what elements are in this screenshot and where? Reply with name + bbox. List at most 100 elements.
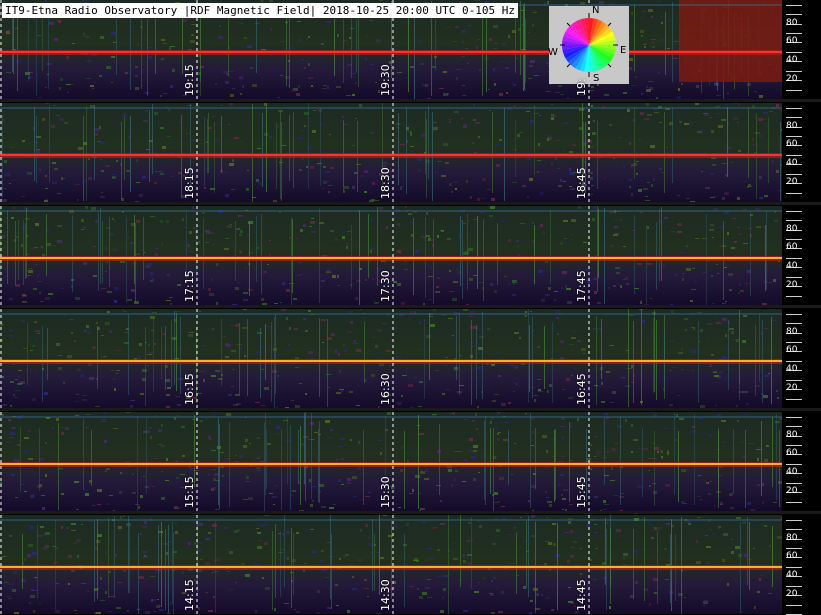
- time-label: 14:45: [575, 579, 588, 611]
- compass-west-label: W: [548, 47, 558, 58]
- scale-tick: [786, 5, 802, 6]
- time-label: 19:30: [379, 64, 392, 96]
- scale-tick: [786, 483, 802, 484]
- scale-tick: [786, 605, 802, 606]
- scale-label: 40: [786, 55, 798, 65]
- hum-line-50hz: [0, 463, 782, 465]
- time-label: 16:30: [379, 373, 392, 405]
- scale-tick: [786, 548, 802, 549]
- scale-label: 40: [786, 261, 798, 271]
- time-label: 18:30: [379, 167, 392, 199]
- hum-line-50hz: [0, 360, 782, 362]
- frequency-scale: 80 60 40 20: [782, 309, 821, 409]
- scale-tick: [786, 342, 802, 343]
- hum-line-50hz: [0, 51, 782, 53]
- hum-line-50hz: [0, 154, 782, 156]
- frequency-scale: 80 60 40 20: [782, 515, 821, 615]
- scale-tick: [786, 296, 802, 297]
- time-label: 15:30: [379, 476, 392, 508]
- frequency-scale: 80 60 40 20: [782, 206, 821, 306]
- frequency-scale: 80 60 40 20: [782, 412, 821, 512]
- scale-label: 80: [786, 430, 798, 440]
- time-label: 17:30: [379, 270, 392, 302]
- scale-label: 80: [786, 18, 798, 28]
- scale-tick: [786, 380, 802, 381]
- scale-tick: [786, 277, 802, 278]
- scale-tick: [786, 258, 802, 259]
- time-label: 19:: [575, 78, 588, 96]
- strip-separator: [0, 408, 821, 411]
- scale-label: 40: [786, 158, 798, 168]
- compass-rose: N S E W: [548, 5, 629, 84]
- scale-label: 40: [786, 467, 798, 477]
- scale-tick: [786, 464, 802, 465]
- scale-tick: [786, 117, 802, 118]
- scale-tick: [786, 220, 802, 221]
- scale-tick: [786, 323, 802, 324]
- scale-tick: [786, 33, 802, 34]
- scale-tick: [786, 586, 802, 587]
- scale-tick: [786, 52, 802, 53]
- scale-tick: [786, 567, 802, 568]
- scale-tick: [786, 520, 802, 521]
- spectrogram-display: IT9-Etna Radio Observatory |RDF Magnetic…: [0, 0, 821, 615]
- time-label: 17:15: [183, 270, 196, 302]
- scale-label: 20: [786, 177, 798, 187]
- strip-separator: [0, 202, 821, 205]
- scale-label: 40: [786, 570, 798, 580]
- scale-tick: [786, 502, 802, 503]
- scale-label: 40: [786, 364, 798, 374]
- scale-label: 20: [786, 383, 798, 393]
- scale-tick: [786, 445, 802, 446]
- compass-north-label: N: [592, 5, 600, 16]
- strip-separator: [0, 99, 821, 102]
- interference-patch: [679, 0, 782, 82]
- scale-tick: [786, 108, 802, 109]
- scale-label: 80: [786, 533, 798, 543]
- time-label: 19:15: [183, 64, 196, 96]
- frequency-scale: 80 60 40 20: [782, 0, 821, 100]
- scale-tick: [786, 314, 802, 315]
- scale-label: 80: [786, 121, 798, 131]
- page-title: IT9-Etna Radio Observatory |RDF Magnetic…: [2, 3, 518, 18]
- scale-label: 80: [786, 224, 798, 234]
- time-label: 16:45: [575, 373, 588, 405]
- scale-tick: [786, 361, 802, 362]
- scale-label: 60: [786, 448, 798, 458]
- scale-label: 20: [786, 280, 798, 290]
- scale-tick: [786, 529, 802, 530]
- scale-label: 60: [786, 36, 798, 46]
- time-label: 15:15: [183, 476, 196, 508]
- scale-label: 60: [786, 345, 798, 355]
- compass-east-label: E: [620, 45, 627, 56]
- time-label: 14:15: [183, 579, 196, 611]
- scale-tick: [786, 193, 802, 194]
- compass-south-label: S: [593, 73, 600, 84]
- scale-tick: [786, 211, 802, 212]
- time-label: 14:30: [379, 579, 392, 611]
- frequency-scale: 80 60 40 20: [782, 103, 821, 203]
- strip-separator: [0, 305, 821, 308]
- scale-tick: [786, 399, 802, 400]
- scale-tick: [786, 155, 802, 156]
- time-label: 17:45: [575, 270, 588, 302]
- compass-wheel-icon: [560, 13, 618, 77]
- scale-label: 20: [786, 74, 798, 84]
- scale-label: 60: [786, 242, 798, 252]
- scale-tick: [786, 174, 802, 175]
- hum-line-50hz: [0, 257, 782, 259]
- scale-label: 20: [786, 589, 798, 599]
- time-label: 18:15: [183, 167, 196, 199]
- scale-label: 60: [786, 139, 798, 149]
- time-label: 18:45: [575, 167, 588, 199]
- scale-tick: [786, 90, 802, 91]
- time-label: 16:15: [183, 373, 196, 405]
- scale-tick: [786, 71, 802, 72]
- scale-tick: [786, 14, 802, 15]
- scale-label: 60: [786, 551, 798, 561]
- scale-tick: [786, 417, 802, 418]
- scale-label: 80: [786, 327, 798, 337]
- strip-separator: [0, 511, 821, 514]
- scale-tick: [786, 426, 802, 427]
- hum-line-50hz: [0, 566, 782, 568]
